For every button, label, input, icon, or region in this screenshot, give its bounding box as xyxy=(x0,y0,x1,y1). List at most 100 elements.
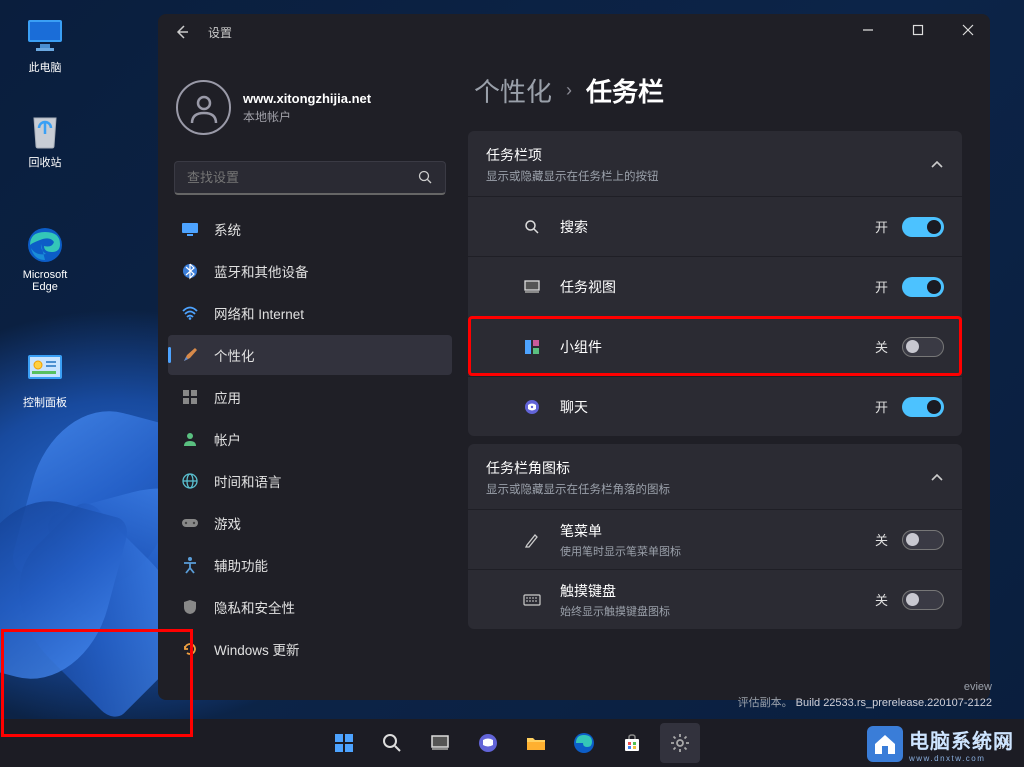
setting-row-taskview: 任务视图 开 xyxy=(468,256,962,316)
nav-item-update[interactable]: Windows 更新 xyxy=(168,629,452,669)
highlight-box-taskbar-corner xyxy=(1,629,193,737)
watermark-text: 电脑系统网 xyxy=(909,725,1014,754)
search-input[interactable] xyxy=(187,170,418,185)
back-button[interactable] xyxy=(170,20,194,44)
desktop-icon-edge[interactable]: Microsoft Edge xyxy=(13,225,77,293)
user-name: www.xitongzhijia.net xyxy=(243,91,371,106)
widgets-icon xyxy=(522,337,542,357)
account-icon xyxy=(180,429,200,449)
setting-row-widgets: 小组件 关 xyxy=(468,316,962,376)
desktop-icon-control-panel[interactable]: 控制面板 xyxy=(13,350,77,410)
nav-item-gamepad[interactable]: 游戏 xyxy=(168,503,452,543)
watermark-house-icon xyxy=(867,726,903,762)
nav-item-system[interactable]: 系统 xyxy=(168,209,452,249)
nav-item-accessibility[interactable]: 辅助功能 xyxy=(168,545,452,585)
settings-panel: 任务栏角图标显示或隐藏显示在任务栏角落的图标 笔菜单使用笔时显示笔菜单图标 关 … xyxy=(468,444,962,629)
chat-icon xyxy=(522,397,542,417)
taskbar-start[interactable] xyxy=(324,723,364,763)
bluetooth-icon xyxy=(180,261,200,281)
sidebar: www.xitongzhijia.net 本地帐户 系统蓝牙和其他设备网络和 I… xyxy=(158,50,458,700)
user-account-type: 本地帐户 xyxy=(243,108,371,125)
nav-label: 帐户 xyxy=(214,429,241,449)
toggle-switch[interactable] xyxy=(902,590,944,610)
nav-item-account[interactable]: 帐户 xyxy=(168,419,452,459)
chevron-right-icon: › xyxy=(566,80,572,101)
taskbar-edge[interactable] xyxy=(564,723,604,763)
panel-header[interactable]: 任务栏项显示或隐藏显示在任务栏上的按钮 xyxy=(468,131,962,196)
setting-label: 搜索 xyxy=(560,217,875,237)
setting-label: 笔菜单使用笔时显示笔菜单图标 xyxy=(560,521,875,559)
taskbar-taskview[interactable] xyxy=(420,723,460,763)
chevron-up-icon xyxy=(930,160,944,170)
nav-label: 网络和 Internet xyxy=(214,303,304,323)
taskbar-search[interactable] xyxy=(372,723,412,763)
toggle-switch[interactable] xyxy=(902,397,944,417)
window-title: 设置 xyxy=(208,24,232,41)
toggle-state-label: 关 xyxy=(875,337,888,356)
taskbar-explorer[interactable] xyxy=(516,723,556,763)
nav-item-brush[interactable]: 个性化 xyxy=(168,335,452,375)
nav-item-globe[interactable]: 时间和语言 xyxy=(168,461,452,501)
toggle-switch[interactable] xyxy=(902,217,944,237)
window-titlebar: 设置 xyxy=(158,14,990,50)
person-icon xyxy=(187,91,221,125)
setting-label: 触摸键盘始终显示触摸键盘图标 xyxy=(560,581,875,619)
breadcrumb-parent[interactable]: 个性化 xyxy=(474,72,552,109)
setting-row-pen: 笔菜单使用笔时显示笔菜单图标 关 xyxy=(468,509,962,569)
user-block[interactable]: www.xitongzhijia.net 本地帐户 xyxy=(168,62,452,157)
settings-panel: 任务栏项显示或隐藏显示在任务栏上的按钮 搜索 开 任务视图 开 小组件 关 聊天… xyxy=(468,131,962,436)
setting-label: 任务视图 xyxy=(560,277,875,297)
taskbar-settings[interactable] xyxy=(660,723,700,763)
toggle-state-label: 开 xyxy=(875,217,888,236)
nav-label: 个性化 xyxy=(214,345,255,365)
control-panel-icon xyxy=(25,350,65,390)
desktop-icon-this-pc[interactable]: 此电脑 xyxy=(13,15,77,75)
content-pane: 个性化 › 任务栏 任务栏项显示或隐藏显示在任务栏上的按钮 搜索 开 任务视图 … xyxy=(458,50,990,700)
maximize-button[interactable] xyxy=(904,20,932,40)
edge-icon xyxy=(25,225,65,265)
desktop-icon-label: 回收站 xyxy=(29,157,62,169)
brush-icon xyxy=(180,345,200,365)
search-box[interactable] xyxy=(174,161,446,195)
minimize-button[interactable] xyxy=(854,20,882,40)
panel-header[interactable]: 任务栏角图标显示或隐藏显示在任务栏角落的图标 xyxy=(468,444,962,509)
keyboard-icon xyxy=(522,590,542,610)
search-icon xyxy=(522,217,542,237)
toggle-switch[interactable] xyxy=(902,277,944,297)
desktop-icon-label: Microsoft Edge xyxy=(23,269,68,293)
system-icon xyxy=(180,219,200,239)
nav-item-wifi[interactable]: 网络和 Internet xyxy=(168,293,452,333)
toggle-state-label: 关 xyxy=(875,530,888,549)
nav-item-apps[interactable]: 应用 xyxy=(168,377,452,417)
apps-icon xyxy=(180,387,200,407)
site-watermark: 电脑系统网 www.dnxtw.com xyxy=(867,725,1014,763)
nav-label: 应用 xyxy=(214,387,241,407)
gamepad-icon xyxy=(180,513,200,533)
setting-label: 聊天 xyxy=(560,397,875,417)
avatar xyxy=(176,80,231,135)
nav-label: Windows 更新 xyxy=(214,639,300,659)
watermark-sub: www.dnxtw.com xyxy=(909,754,1014,763)
wifi-icon xyxy=(180,303,200,323)
settings-window: 设置 www.xitongzhijia.net 本地帐户 xyxy=(158,14,990,700)
taskview-icon xyxy=(522,277,542,297)
nav-item-shield[interactable]: 隐私和安全性 xyxy=(168,587,452,627)
arrow-left-icon xyxy=(174,24,190,40)
desktop-icon-label: 此电脑 xyxy=(29,62,62,74)
monitor-icon xyxy=(25,15,65,55)
taskbar-chat[interactable] xyxy=(468,723,508,763)
close-button[interactable] xyxy=(954,20,982,40)
toggle-switch[interactable] xyxy=(902,530,944,550)
taskbar-store[interactable] xyxy=(612,723,652,763)
nav-label: 游戏 xyxy=(214,513,241,533)
nav-label: 辅助功能 xyxy=(214,555,268,575)
nav-item-bluetooth[interactable]: 蓝牙和其他设备 xyxy=(168,251,452,291)
toggle-switch[interactable] xyxy=(902,337,944,357)
setting-row-chat: 聊天 开 xyxy=(468,376,962,436)
setting-row-keyboard: 触摸键盘始终显示触摸键盘图标 关 xyxy=(468,569,962,629)
accessibility-icon xyxy=(180,555,200,575)
desktop-icon-recycle-bin[interactable]: 回收站 xyxy=(13,110,77,170)
page-title: 任务栏 xyxy=(586,72,664,109)
taskbar-center xyxy=(324,723,700,763)
nav-label: 时间和语言 xyxy=(214,471,282,491)
